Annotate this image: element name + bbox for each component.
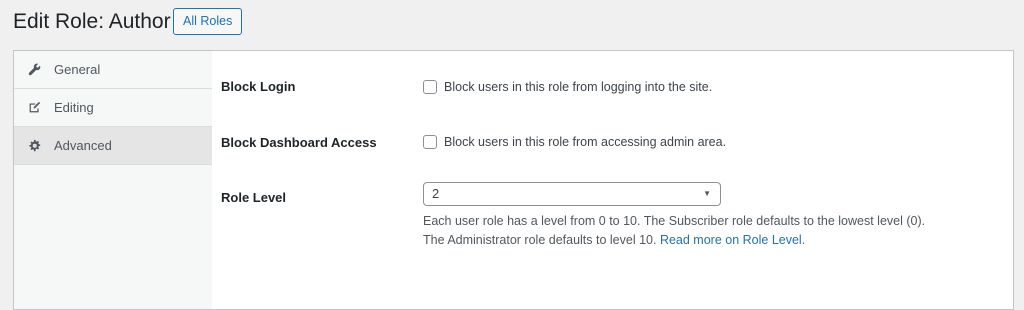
tab-advanced[interactable]: Advanced [14, 127, 212, 165]
role-level-description: Each user role has a level from 0 to 10.… [423, 212, 983, 250]
role-level-label: Role Level [221, 190, 287, 205]
tab-editing[interactable]: Editing [14, 89, 212, 127]
block-login-label: Block Login [221, 79, 296, 94]
tab-content-advanced: Block Login Block users in this role fro… [212, 51, 1013, 309]
role-level-value: 2 [432, 186, 440, 201]
role-level-select[interactable]: 2 ▼ [423, 182, 721, 206]
block-login-field[interactable]: Block users in this role from logging in… [423, 80, 712, 94]
block-login-checkbox[interactable] [423, 80, 437, 94]
block-dashboard-checkbox[interactable] [423, 135, 437, 149]
block-dashboard-text: Block users in this role from accessing … [444, 135, 727, 149]
edit-icon [27, 101, 41, 115]
gear-icon [27, 139, 41, 153]
tab-advanced-label: Advanced [54, 138, 112, 153]
tab-editing-label: Editing [54, 100, 94, 115]
role-level-read-more-link[interactable]: Read more on Role Level. [660, 233, 805, 247]
wrench-icon [27, 63, 41, 77]
block-login-text: Block users in this role from logging in… [444, 80, 713, 94]
page-title: Edit Role: Author [13, 10, 171, 33]
tab-general-label: General [54, 62, 101, 77]
chevron-down-icon: ▼ [703, 189, 711, 198]
all-roles-button[interactable]: All Roles [173, 8, 243, 35]
role-level-description-line2: The Administrator role defaults to level… [423, 233, 657, 247]
block-dashboard-label: Block Dashboard Access [221, 135, 377, 150]
role-level-description-line1: Each user role has a level from 0 to 10.… [423, 214, 926, 228]
settings-panel: General Editing Advanced Block Login Blo… [13, 50, 1014, 310]
tab-general[interactable]: General [14, 51, 212, 89]
sidebar: General Editing Advanced [14, 51, 212, 309]
block-dashboard-field[interactable]: Block users in this role from accessing … [423, 135, 726, 149]
